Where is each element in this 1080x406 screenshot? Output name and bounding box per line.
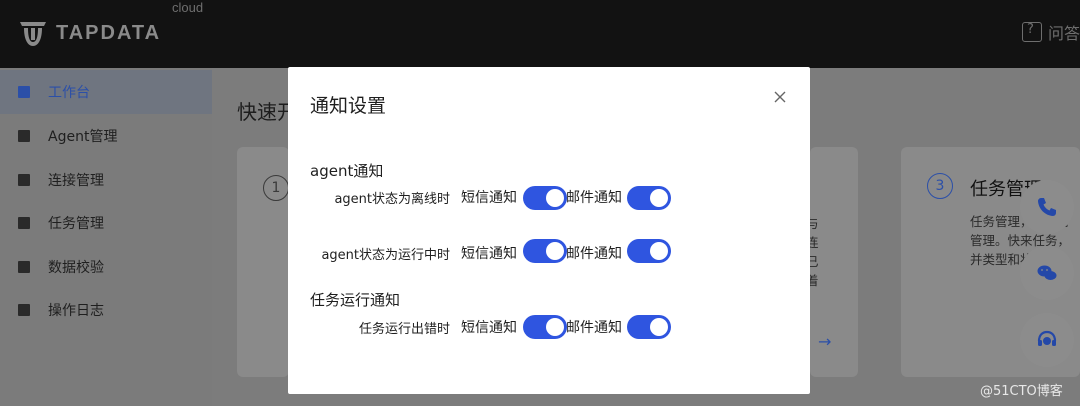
section-title-agent: agent通知 (310, 162, 384, 180)
sidebar-item-connections[interactable]: 连接管理 (0, 158, 212, 202)
dashboard-icon (18, 86, 30, 98)
log-icon (18, 304, 30, 316)
phone-icon (1038, 198, 1056, 216)
sidebar-item-verify[interactable]: 数据校验 (0, 245, 212, 289)
row-label-agent-running: agent状态为运行中时 (321, 248, 450, 263)
step-number: 1 (263, 175, 289, 201)
question-icon (1022, 22, 1042, 42)
email-label: 邮件通知 (566, 320, 622, 336)
sidebar-item-tasks[interactable]: 任务管理 (0, 201, 212, 245)
step-number: 3 (927, 173, 953, 199)
sidebar-item-label: Agent管理 (48, 129, 118, 145)
wechat-button[interactable] (1020, 246, 1074, 300)
section-title-task: 任务运行通知 (310, 291, 401, 309)
card-step-1: 1 (237, 147, 289, 377)
email-label: 邮件通知 (566, 246, 622, 262)
help-label: 问答 (1048, 24, 1080, 43)
top-bar: TAPDATA cloud 问答 (0, 0, 1080, 68)
link-icon (18, 174, 30, 186)
logo-text: TAPDATA (56, 21, 162, 44)
list-icon (18, 130, 30, 142)
phone-button[interactable] (1020, 180, 1074, 234)
sidebar-item-workbench[interactable]: 工作台 (0, 70, 212, 114)
close-button[interactable] (772, 89, 788, 105)
email-toggle-agent-running[interactable] (627, 239, 671, 263)
row-label-task-error: 任务运行出错时 (358, 322, 450, 337)
help-button[interactable]: 问答 (1022, 20, 1080, 44)
row-label-agent-offline: agent状态为离线时 (334, 192, 450, 207)
support-button[interactable] (1020, 313, 1074, 367)
verify-icon (18, 261, 30, 273)
task-icon (18, 217, 30, 229)
sms-toggle-task-error[interactable] (523, 315, 567, 339)
logo-sup-text: cloud (172, 0, 204, 15)
sidebar-item-agent[interactable]: Agent管理 (0, 114, 212, 158)
sidebar-item-label: 任务管理 (48, 216, 104, 232)
tapdata-logo-icon (20, 22, 46, 46)
sms-label: 短信通知 (461, 320, 517, 336)
sms-label: 短信通知 (461, 190, 517, 206)
arrow-right-icon[interactable]: → (818, 332, 831, 351)
sidebar-item-logs[interactable]: 操作日志 (0, 288, 212, 332)
sidebar-item-label: 连接管理 (48, 173, 104, 189)
sidebar-item-label: 操作日志 (48, 303, 104, 319)
email-toggle-task-error[interactable] (627, 315, 671, 339)
sidebar-item-label: 数据校验 (48, 260, 104, 276)
close-icon (774, 91, 786, 103)
sms-toggle-agent-offline[interactable] (523, 186, 567, 210)
email-label: 邮件通知 (566, 190, 622, 206)
wechat-icon (1037, 265, 1057, 280)
dialog-title: 通知设置 (310, 95, 387, 117)
sidebar: 工作台 Agent管理 连接管理 任务管理 数据校验 操作日志 (0, 68, 212, 406)
headset-icon (1037, 330, 1057, 346)
watermark: @51CTO博客 (980, 384, 1063, 399)
email-toggle-agent-offline[interactable] (627, 186, 671, 210)
notification-settings-dialog: 通知设置 agent通知 agent状态为离线时 短信通知 邮件通知 agent… (288, 67, 810, 394)
logo[interactable]: TAPDATA (16, 16, 161, 50)
sms-toggle-agent-running[interactable] (523, 239, 567, 263)
sms-label: 短信通知 (461, 246, 517, 262)
sidebar-item-label: 工作台 (48, 85, 90, 101)
